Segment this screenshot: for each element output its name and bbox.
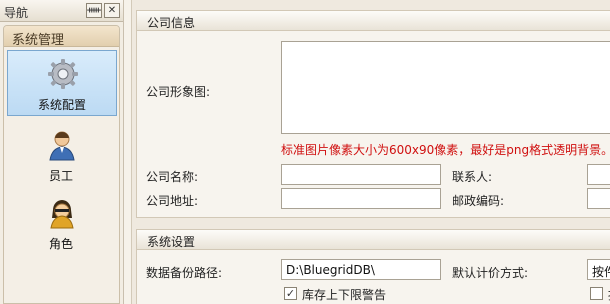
gear-icon (48, 59, 78, 89)
backup-path-label: 数据备份路径: (146, 266, 223, 280)
company-address-label: 公司地址: (146, 194, 199, 208)
system-management-group: 系统管理 系统配置 员工 角色 (3, 25, 120, 304)
postcode-input[interactable] (587, 188, 610, 209)
company-name-input[interactable] (281, 164, 441, 185)
nav-item-system-config[interactable]: 系统配置 (7, 50, 117, 116)
close-glyph: ✕ (107, 5, 117, 16)
second-option-checkbox[interactable] (590, 287, 603, 300)
postcode-label: 邮政编码: (452, 194, 505, 208)
group-title: 系统管理 (12, 33, 65, 48)
pin-glyph: ᚔ (87, 5, 101, 16)
section-title: 公司信息 (147, 16, 196, 30)
role-icon (50, 200, 74, 229)
nav-item-label: 系统配置 (37, 98, 86, 112)
backup-path-input[interactable]: D:\BluegridDB\ (281, 259, 441, 280)
section-header: 系统设置 (137, 230, 610, 250)
company-address-input[interactable] (281, 188, 441, 209)
splitter[interactable] (124, 0, 132, 304)
logo-label: 公司形象图: (146, 85, 211, 99)
nav-title: 导航 (4, 6, 29, 20)
check-mark-icon: ✓ (285, 287, 296, 300)
nav-item-label: 员工 (48, 169, 73, 183)
stock-warning-label: 库存上下限警告 (302, 288, 387, 302)
pricing-method-label: 默认计价方式: (452, 266, 529, 280)
section-header: 公司信息 (137, 11, 610, 31)
nav-item-role[interactable]: 角色 (7, 190, 117, 256)
company-info-section: 公司信息 公司形象图: 标准图片像素大小为600x90像素，最好是png格式透明… (136, 10, 610, 218)
logo-hint: 标准图片像素大小为600x90像素，最好是png格式透明背景。 (281, 143, 610, 157)
section-title: 系统设置 (147, 235, 196, 249)
contact-label: 联系人: (452, 170, 493, 184)
close-icon[interactable]: ✕ (104, 3, 120, 18)
group-header[interactable]: 系统管理 (4, 26, 119, 48)
stock-warning-checkbox[interactable]: ✓ (284, 287, 297, 300)
main-content: 公司信息 公司形象图: 标准图片像素大小为600x90像素，最好是png格式透明… (124, 0, 610, 304)
nav-header: 导航 ᚔ ✕ (0, 0, 123, 22)
logo-image-box[interactable] (281, 41, 610, 134)
pricing-method-select[interactable]: 按件 (587, 259, 610, 280)
contact-input[interactable] (587, 164, 610, 185)
user-icon (49, 131, 75, 161)
navigation-panel: 导航 ᚔ ✕ 系统管理 系统配置 员工 角色 (0, 0, 124, 304)
pin-icon[interactable]: ᚔ (86, 3, 102, 18)
company-name-label: 公司名称: (146, 170, 199, 184)
system-settings-section: 系统设置 数据备份路径: D:\BluegridDB\ 默认计价方式: 按件 ✓… (136, 229, 610, 304)
nav-item-label: 角色 (48, 237, 73, 251)
nav-item-employee[interactable]: 员工 (7, 122, 117, 188)
